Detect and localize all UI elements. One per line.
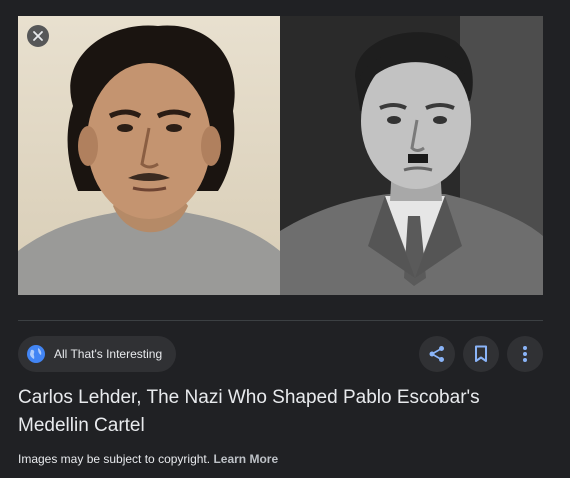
copyright-notice: Images may be subject to copyright. Lear… [18,452,278,466]
close-icon [33,31,43,41]
copyright-text: Images may be subject to copyright. [18,452,211,466]
share-icon [429,346,444,362]
source-chip[interactable]: All That's Interesting [18,336,177,372]
close-button[interactable] [27,25,49,47]
right-photo [280,16,543,295]
more-vert-icon [523,346,527,362]
result-title[interactable]: Carlos Lehder, The Nazi Who Shaped Pablo… [18,384,538,440]
globe-icon [27,345,45,363]
left-photo [18,16,280,295]
image-preview-panel: All That's Interesting Carlos Lehder, Th… [0,0,570,478]
learn-more-link[interactable]: Learn More [213,452,278,466]
bookmark-icon [475,345,487,362]
source-name: All That's Interesting [54,347,163,361]
more-button[interactable] [507,336,543,372]
divider [18,320,543,321]
preview-image[interactable] [18,16,543,295]
save-button[interactable] [463,336,499,372]
share-button[interactable] [419,336,455,372]
